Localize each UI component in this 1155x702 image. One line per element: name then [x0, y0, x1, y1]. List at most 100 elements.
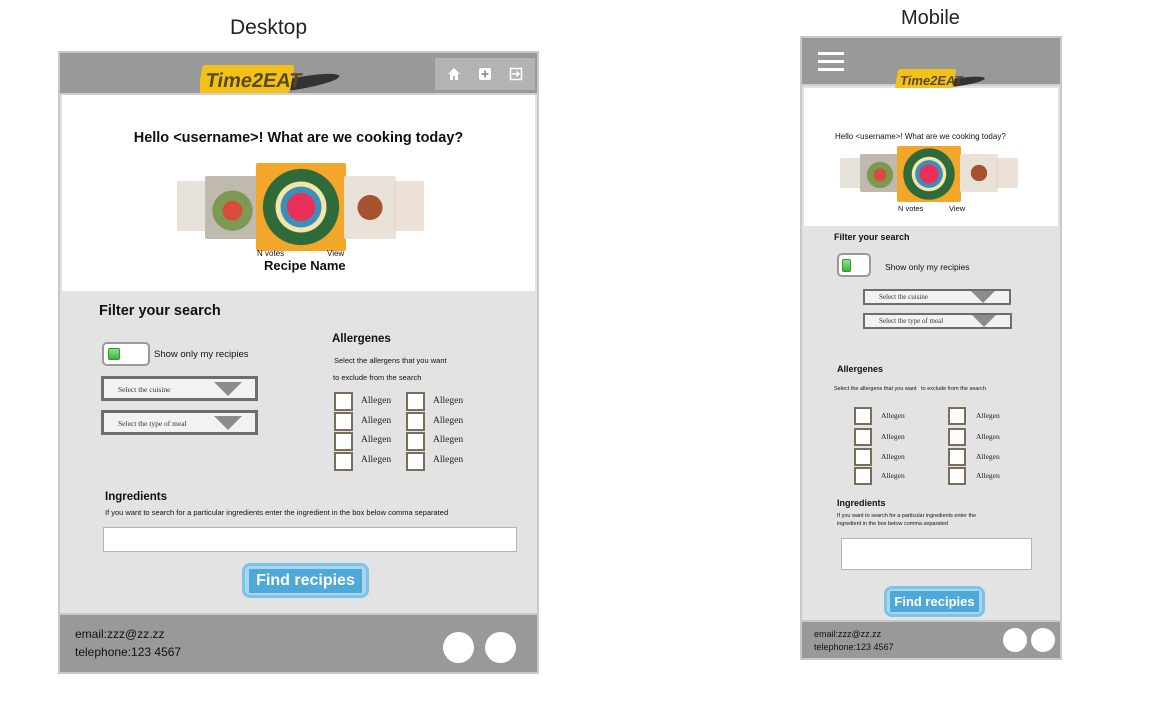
- chevron-down-icon: [214, 382, 242, 396]
- my-recipes-toggle[interactable]: [837, 253, 871, 277]
- recipe-votes: N votes: [257, 249, 285, 258]
- allergen-label: Allegen: [361, 455, 392, 465]
- allergen-checkbox[interactable]: [334, 452, 353, 471]
- header-nav: [435, 58, 535, 90]
- cuisine-select-value: Select the cuisine: [879, 293, 928, 301]
- carousel-image-far-left[interactable]: [177, 181, 207, 231]
- logo[interactable]: Time2EAT: [200, 57, 344, 97]
- allergen-checkbox[interactable]: [948, 407, 966, 425]
- meal-select-value: Select the type of meal: [118, 419, 187, 428]
- allergen-label: Allegen: [976, 411, 1000, 420]
- desktop-caption: Desktop: [230, 16, 308, 39]
- allergen-checkbox[interactable]: [406, 432, 425, 451]
- find-recipes-label: Find recipies: [249, 568, 362, 593]
- allergen-checkbox[interactable]: [334, 392, 353, 411]
- allergen-label: Allegen: [881, 432, 905, 441]
- allergen-checkbox[interactable]: [948, 467, 966, 485]
- logo-text: Time2EAT: [204, 70, 304, 92]
- allergen-checkbox[interactable]: [854, 428, 872, 446]
- hero-section: Hello <username>! What are we cooking to…: [62, 95, 535, 291]
- cuisine-select[interactable]: Select the cuisine: [101, 376, 258, 401]
- allergen-label: Allegen: [881, 471, 905, 480]
- ingredients-input[interactable]: [841, 538, 1032, 570]
- carousel-image-center[interactable]: [256, 163, 346, 251]
- toggle-knob: [108, 348, 120, 360]
- allergen-checkbox[interactable]: [334, 432, 353, 451]
- desktop-footer: email:zzz@zz.zz telephone:123 4567: [60, 613, 537, 672]
- chevron-down-icon: [972, 315, 996, 327]
- allergen-checkbox[interactable]: [406, 452, 425, 471]
- social-icon[interactable]: [1003, 628, 1027, 652]
- allergenes-desc: Select the allergens that you want to ex…: [834, 386, 986, 392]
- ingredients-desc: If you want to search for a particular i…: [105, 508, 449, 517]
- find-recipes-button[interactable]: Find recipies: [884, 586, 985, 617]
- carousel-image-right[interactable]: [344, 176, 396, 239]
- social-icon[interactable]: [443, 632, 474, 663]
- allergen-label: Allegen: [976, 471, 1000, 480]
- mobile-hero: Hello <username>! What are we cooking to…: [804, 88, 1058, 226]
- ingredients-title: Ingredients: [837, 498, 886, 508]
- greeting-title: Hello <username>! What are we cooking to…: [835, 132, 1006, 141]
- allergen-checkbox[interactable]: [406, 412, 425, 431]
- mobile-header: Time2EAT: [802, 38, 1060, 89]
- allergen-label: Allegen: [433, 396, 464, 406]
- allergen-label: Allegen: [881, 411, 905, 420]
- filter-title: Filter your search: [834, 232, 910, 242]
- allergenes-title: Allergenes: [837, 364, 884, 374]
- recipe-carousel[interactable]: [840, 146, 1020, 204]
- mobile-frame: Time2EAT Hello <username>! What are we c…: [800, 36, 1062, 660]
- recipe-view-link[interactable]: View: [949, 204, 965, 213]
- allergen-checkbox[interactable]: [948, 428, 966, 446]
- chevron-down-icon: [214, 416, 242, 430]
- mobile-caption: Mobile: [901, 7, 960, 29]
- ingredients-desc-line1: If you want to search for a particular i…: [837, 513, 977, 519]
- carousel-image-far-left[interactable]: [840, 158, 862, 188]
- social-icon[interactable]: [1031, 628, 1055, 652]
- allergen-checkbox[interactable]: [334, 412, 353, 431]
- footer-telephone: telephone:123 4567: [75, 645, 182, 659]
- footer-email: email:zzz@zz.zz: [75, 627, 165, 641]
- recipe-view-link[interactable]: View: [327, 249, 344, 258]
- allergen-label: Allegen: [361, 435, 392, 445]
- hamburger-icon[interactable]: [818, 52, 844, 72]
- meal-type-select[interactable]: Select the type of meal: [863, 313, 1012, 329]
- cuisine-select-value: Select the cuisine: [118, 385, 171, 394]
- cuisine-select[interactable]: Select the cuisine: [863, 289, 1011, 305]
- toggle-label: Show only my recipies: [885, 262, 970, 272]
- my-recipes-toggle[interactable]: [102, 342, 150, 366]
- ingredients-input[interactable]: [103, 527, 517, 552]
- carousel-image-far-right[interactable]: [996, 158, 1018, 188]
- meal-type-select[interactable]: Select the type of meal: [101, 410, 258, 435]
- toggle-knob: [842, 259, 851, 272]
- ingredients-desc-line2: ingredient in the box below comma separa…: [837, 521, 948, 527]
- meal-select-value: Select the type of meal: [879, 317, 944, 325]
- carousel-image-left[interactable]: [860, 154, 900, 192]
- allergen-label: Allegen: [881, 452, 905, 461]
- toggle-label: Show only my recipies: [154, 349, 249, 360]
- sign-out-icon[interactable]: [509, 67, 523, 81]
- find-recipes-button[interactable]: Find recipies: [242, 563, 369, 598]
- allergen-label: Allegen: [433, 416, 464, 426]
- allergen-label: Allegen: [976, 432, 1000, 441]
- allergen-checkbox[interactable]: [406, 392, 425, 411]
- allergen-checkbox[interactable]: [854, 407, 872, 425]
- home-icon[interactable]: [447, 67, 461, 81]
- footer-telephone: telephone:123 4567: [814, 642, 894, 652]
- allergen-label: Allegen: [433, 435, 464, 445]
- allergen-checkbox[interactable]: [854, 448, 872, 466]
- allergenes-desc-line2: to exclude from the search: [333, 373, 422, 382]
- carousel-image-far-right[interactable]: [394, 181, 424, 231]
- logo-text: Time2EAT: [899, 73, 964, 88]
- allergenes-title: Allergenes: [332, 333, 391, 345]
- carousel-image-center[interactable]: [897, 146, 961, 202]
- mobile-footer: email:zzz@zz.zz telephone:123 4567: [802, 620, 1060, 658]
- carousel-image-right[interactable]: [960, 154, 998, 192]
- desktop-header: Time2EAT: [60, 53, 537, 95]
- allergen-checkbox[interactable]: [948, 448, 966, 466]
- social-icon[interactable]: [485, 632, 516, 663]
- find-recipes-label: Find recipies: [890, 591, 979, 612]
- recipe-carousel[interactable]: [177, 163, 427, 253]
- plus-square-icon[interactable]: [478, 67, 492, 81]
- carousel-image-left[interactable]: [205, 176, 260, 239]
- allergen-checkbox[interactable]: [854, 467, 872, 485]
